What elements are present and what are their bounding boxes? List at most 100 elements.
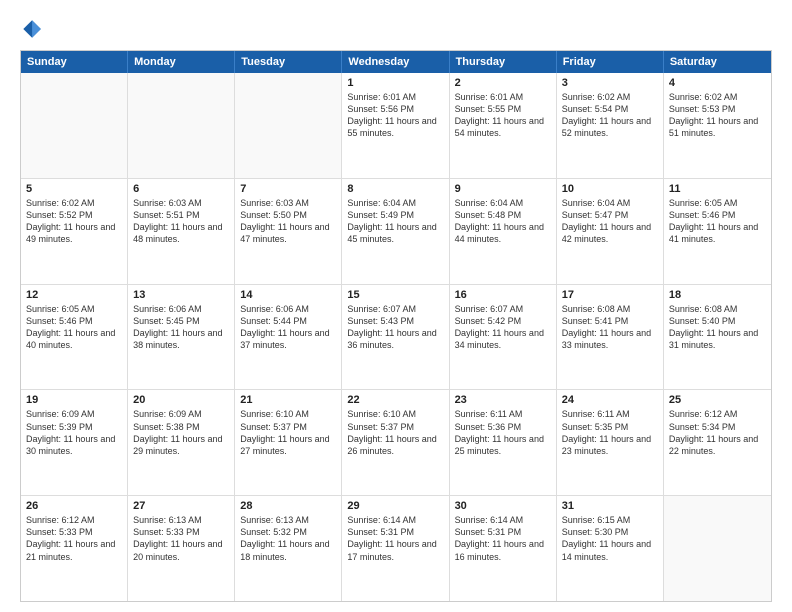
day-number: 21 [240, 394, 336, 406]
day-cell-22: 22 Sunrise: 6:10 AM Sunset: 5:37 PM Dayli… [342, 390, 449, 495]
day-cell-17: 17 Sunrise: 6:08 AM Sunset: 5:41 PM Dayli… [557, 285, 664, 390]
day-number: 1 [347, 77, 443, 89]
day-number: 16 [455, 289, 551, 301]
day-info: Sunrise: 6:14 AM Sunset: 5:31 PM Dayligh… [455, 514, 551, 563]
day-number: 12 [26, 289, 122, 301]
calendar-body: 1 Sunrise: 6:01 AM Sunset: 5:56 PM Daylig… [21, 73, 771, 601]
day-info: Sunrise: 6:04 AM Sunset: 5:49 PM Dayligh… [347, 197, 443, 246]
day-number: 27 [133, 500, 229, 512]
day-cell-31: 31 Sunrise: 6:15 AM Sunset: 5:30 PM Dayli… [557, 496, 664, 601]
day-number: 20 [133, 394, 229, 406]
day-info: Sunrise: 6:03 AM Sunset: 5:50 PM Dayligh… [240, 197, 336, 246]
day-number: 26 [26, 500, 122, 512]
day-number: 29 [347, 500, 443, 512]
day-cell-30: 30 Sunrise: 6:14 AM Sunset: 5:31 PM Dayli… [450, 496, 557, 601]
day-cell-15: 15 Sunrise: 6:07 AM Sunset: 5:43 PM Dayli… [342, 285, 449, 390]
day-cell-26: 26 Sunrise: 6:12 AM Sunset: 5:33 PM Dayli… [21, 496, 128, 601]
day-info: Sunrise: 6:11 AM Sunset: 5:35 PM Dayligh… [562, 408, 658, 457]
day-cell-9: 9 Sunrise: 6:04 AM Sunset: 5:48 PM Daylig… [450, 179, 557, 284]
logo-icon [20, 18, 42, 40]
weekday-header-monday: Monday [128, 51, 235, 73]
day-number: 13 [133, 289, 229, 301]
day-info: Sunrise: 6:13 AM Sunset: 5:33 PM Dayligh… [133, 514, 229, 563]
day-number: 18 [669, 289, 766, 301]
day-number: 22 [347, 394, 443, 406]
day-number: 17 [562, 289, 658, 301]
day-info: Sunrise: 6:08 AM Sunset: 5:40 PM Dayligh… [669, 303, 766, 352]
day-number: 25 [669, 394, 766, 406]
day-info: Sunrise: 6:10 AM Sunset: 5:37 PM Dayligh… [347, 408, 443, 457]
day-cell-8: 8Sunrise: 6:04 AM Sunset: 5:49 PM Daylig… [342, 179, 449, 284]
day-number: 6 [133, 183, 229, 195]
day-cell-5: 5 Sunrise: 6:02 AM Sunset: 5:52 PM Daylig… [21, 179, 128, 284]
day-cell-27: 27 Sunrise: 6:13 AM Sunset: 5:33 PM Dayli… [128, 496, 235, 601]
day-cell-29: 29Sunrise: 6:14 AM Sunset: 5:31 PM Dayli… [342, 496, 449, 601]
day-number: 4 [669, 77, 766, 89]
day-cell-25: 25Sunrise: 6:12 AM Sunset: 5:34 PM Dayli… [664, 390, 771, 495]
day-number: 10 [562, 183, 658, 195]
calendar-row-1: 1 Sunrise: 6:01 AM Sunset: 5:56 PM Daylig… [21, 73, 771, 178]
day-info: Sunrise: 6:06 AM Sunset: 5:44 PM Dayligh… [240, 303, 336, 352]
day-cell-18: 18 Sunrise: 6:08 AM Sunset: 5:40 PM Dayli… [664, 285, 771, 390]
calendar-row-2: 5 Sunrise: 6:02 AM Sunset: 5:52 PM Daylig… [21, 178, 771, 284]
day-info: Sunrise: 6:15 AM Sunset: 5:30 PM Dayligh… [562, 514, 658, 563]
calendar-header: SundayMondayTuesdayWednesdayThursdayFrid… [21, 51, 771, 73]
day-cell-3: 3Sunrise: 6:02 AM Sunset: 5:54 PM Daylig… [557, 73, 664, 178]
day-info: Sunrise: 6:02 AM Sunset: 5:52 PM Dayligh… [26, 197, 122, 246]
calendar-row-5: 26 Sunrise: 6:12 AM Sunset: 5:33 PM Dayli… [21, 495, 771, 601]
day-info: Sunrise: 6:13 AM Sunset: 5:32 PM Dayligh… [240, 514, 336, 563]
day-number: 11 [669, 183, 766, 195]
day-cell-28: 28Sunrise: 6:13 AM Sunset: 5:32 PM Dayli… [235, 496, 342, 601]
day-cell-16: 16 Sunrise: 6:07 AM Sunset: 5:42 PM Dayli… [450, 285, 557, 390]
day-cell-14: 14 Sunrise: 6:06 AM Sunset: 5:44 PM Dayli… [235, 285, 342, 390]
day-info: Sunrise: 6:01 AM Sunset: 5:55 PM Dayligh… [455, 91, 551, 140]
day-info: Sunrise: 6:07 AM Sunset: 5:42 PM Dayligh… [455, 303, 551, 352]
empty-cell [21, 73, 128, 178]
day-info: Sunrise: 6:12 AM Sunset: 5:33 PM Dayligh… [26, 514, 122, 563]
day-number: 23 [455, 394, 551, 406]
day-info: Sunrise: 6:02 AM Sunset: 5:54 PM Dayligh… [562, 91, 658, 140]
day-cell-11: 11 Sunrise: 6:05 AM Sunset: 5:46 PM Dayli… [664, 179, 771, 284]
header [20, 18, 772, 40]
weekday-header-sunday: Sunday [21, 51, 128, 73]
weekday-header-friday: Friday [557, 51, 664, 73]
weekday-header-wednesday: Wednesday [342, 51, 449, 73]
day-info: Sunrise: 6:06 AM Sunset: 5:45 PM Dayligh… [133, 303, 229, 352]
day-info: Sunrise: 6:05 AM Sunset: 5:46 PM Dayligh… [669, 197, 766, 246]
day-number: 30 [455, 500, 551, 512]
day-info: Sunrise: 6:09 AM Sunset: 5:39 PM Dayligh… [26, 408, 122, 457]
day-cell-4: 4 Sunrise: 6:02 AM Sunset: 5:53 PM Daylig… [664, 73, 771, 178]
day-info: Sunrise: 6:07 AM Sunset: 5:43 PM Dayligh… [347, 303, 443, 352]
day-info: Sunrise: 6:08 AM Sunset: 5:41 PM Dayligh… [562, 303, 658, 352]
day-cell-21: 21 Sunrise: 6:10 AM Sunset: 5:37 PM Dayli… [235, 390, 342, 495]
empty-cell [664, 496, 771, 601]
day-number: 2 [455, 77, 551, 89]
day-info: Sunrise: 6:01 AM Sunset: 5:56 PM Dayligh… [347, 91, 443, 140]
day-info: Sunrise: 6:05 AM Sunset: 5:46 PM Dayligh… [26, 303, 122, 352]
day-cell-7: 7Sunrise: 6:03 AM Sunset: 5:50 PM Daylig… [235, 179, 342, 284]
weekday-header-thursday: Thursday [450, 51, 557, 73]
day-cell-2: 2 Sunrise: 6:01 AM Sunset: 5:55 PM Daylig… [450, 73, 557, 178]
logo [20, 18, 44, 40]
day-number: 5 [26, 183, 122, 195]
day-number: 15 [347, 289, 443, 301]
weekday-header-saturday: Saturday [664, 51, 771, 73]
page: SundayMondayTuesdayWednesdayThursdayFrid… [0, 0, 792, 612]
day-info: Sunrise: 6:02 AM Sunset: 5:53 PM Dayligh… [669, 91, 766, 140]
day-info: Sunrise: 6:10 AM Sunset: 5:37 PM Dayligh… [240, 408, 336, 457]
day-info: Sunrise: 6:09 AM Sunset: 5:38 PM Dayligh… [133, 408, 229, 457]
empty-cell [128, 73, 235, 178]
day-cell-24: 24 Sunrise: 6:11 AM Sunset: 5:35 PM Dayli… [557, 390, 664, 495]
day-number: 9 [455, 183, 551, 195]
day-number: 24 [562, 394, 658, 406]
calendar: SundayMondayTuesdayWednesdayThursdayFrid… [20, 50, 772, 602]
day-cell-1: 1 Sunrise: 6:01 AM Sunset: 5:56 PM Daylig… [342, 73, 449, 178]
day-number: 14 [240, 289, 336, 301]
calendar-row-3: 12 Sunrise: 6:05 AM Sunset: 5:46 PM Dayli… [21, 284, 771, 390]
day-number: 31 [562, 500, 658, 512]
day-info: Sunrise: 6:04 AM Sunset: 5:48 PM Dayligh… [455, 197, 551, 246]
day-cell-12: 12 Sunrise: 6:05 AM Sunset: 5:46 PM Dayli… [21, 285, 128, 390]
day-info: Sunrise: 6:04 AM Sunset: 5:47 PM Dayligh… [562, 197, 658, 246]
day-cell-10: 10 Sunrise: 6:04 AM Sunset: 5:47 PM Dayli… [557, 179, 664, 284]
day-number: 19 [26, 394, 122, 406]
